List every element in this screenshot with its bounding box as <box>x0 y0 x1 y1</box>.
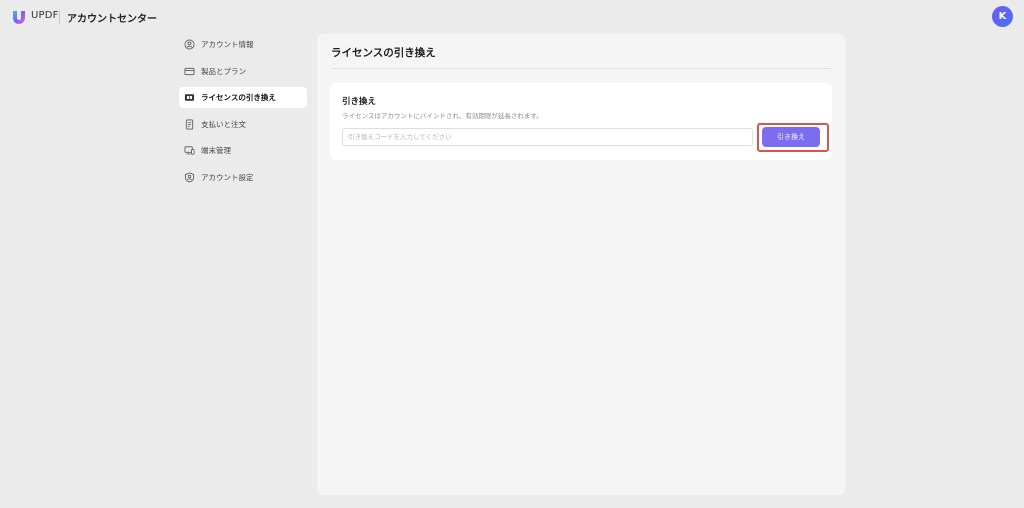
sidebar-item-billing[interactable]: 支払いと注文 <box>179 114 307 135</box>
section-title: ライセンスの引き換え <box>331 47 436 59</box>
updf-logo-icon <box>13 11 25 24</box>
card-icon <box>184 67 195 75</box>
sidebar: アカウント情報 製品とプラン ライセンスの引き換え 支払いと注文 端末管理 アカ… <box>179 34 307 193</box>
sidebar-item-label: 支払いと注文 <box>201 119 246 129</box>
card-title: 引き換え <box>342 97 377 107</box>
redeem-card: 引き換え ライセンスはアカウントにバインドされ、有効期限が延長されます。 引き換… <box>330 83 832 160</box>
receipt-icon <box>185 119 194 129</box>
header-divider <box>59 10 60 24</box>
user-circle-icon <box>184 39 195 50</box>
divider <box>331 68 831 69</box>
top-bar: UPDF アカウントセンター K <box>0 0 1024 36</box>
user-shield-icon <box>184 171 195 183</box>
sidebar-item-devices[interactable]: 端末管理 <box>179 140 307 161</box>
main-panel: ライセンスの引き換え 引き換え ライセンスはアカウントにバインドされ、有効期限が… <box>317 34 845 495</box>
sidebar-item-account-settings[interactable]: アカウント設定 <box>179 167 307 188</box>
sidebar-item-label: アカウント情報 <box>201 40 254 49</box>
sidebar-item-label: 端末管理 <box>201 146 231 155</box>
sidebar-item-products[interactable]: 製品とプラン <box>179 61 307 82</box>
sidebar-item-label: 製品とプラン <box>201 66 246 76</box>
brand-name: UPDF <box>31 10 59 21</box>
avatar[interactable]: K <box>992 6 1013 27</box>
ticket-icon <box>184 94 195 101</box>
card-description: ライセンスはアカウントにバインドされ、有効期限が延長されます。 <box>342 112 543 120</box>
devices-icon <box>184 146 195 155</box>
sidebar-item-label: アカウント設定 <box>201 172 254 182</box>
sidebar-item-label: ライセンスの引き換え <box>201 93 276 102</box>
sidebar-item-account-info[interactable]: アカウント情報 <box>179 34 307 55</box>
redeem-button[interactable]: 引き換え <box>762 127 820 147</box>
redeem-code-input[interactable] <box>342 128 753 146</box>
page-title: アカウントセンター <box>67 14 157 25</box>
sidebar-item-redeem-license[interactable]: ライセンスの引き換え <box>179 87 307 108</box>
